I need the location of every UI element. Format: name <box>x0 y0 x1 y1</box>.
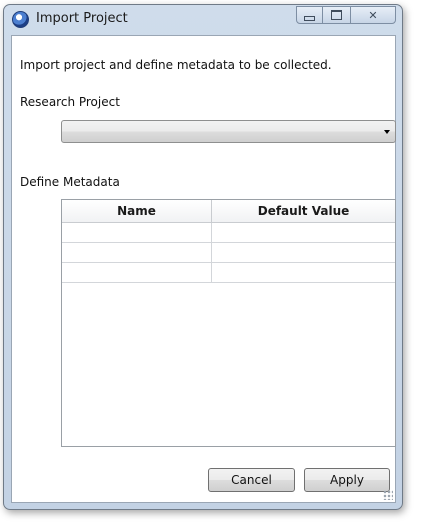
dialog-body: Import project and define metadata to be… <box>11 35 396 503</box>
resize-grip-icon[interactable] <box>383 490 393 500</box>
table-row[interactable] <box>62 263 395 283</box>
title-bar[interactable]: Import Project ✕ <box>4 5 402 35</box>
window-title: Import Project <box>36 11 128 26</box>
define-metadata-label: Define Metadata <box>20 175 120 189</box>
name-cell[interactable] <box>62 263 212 282</box>
name-cell[interactable] <box>62 223 212 242</box>
metadata-table[interactable]: Name Default Value <box>61 199 396 447</box>
minimize-button[interactable] <box>296 6 323 24</box>
name-cell[interactable] <box>62 243 212 262</box>
cancel-button[interactable]: Cancel <box>208 468 295 492</box>
default-value-cell[interactable] <box>212 263 395 282</box>
research-project-label: Research Project <box>20 95 120 109</box>
close-icon: ✕ <box>368 8 378 22</box>
table-header: Name Default Value <box>62 200 395 223</box>
maximize-button[interactable] <box>322 6 351 24</box>
table-row[interactable] <box>62 243 395 263</box>
apply-button[interactable]: Apply <box>304 468 390 492</box>
column-header-name[interactable]: Name <box>62 200 212 222</box>
table-row[interactable] <box>62 223 395 243</box>
import-project-dialog: Import Project ✕ Import project and defi… <box>3 4 403 510</box>
research-project-dropdown[interactable] <box>61 120 396 143</box>
description-text: Import project and define metadata to be… <box>20 58 332 72</box>
default-value-cell[interactable] <box>212 243 395 262</box>
app-icon <box>12 11 29 28</box>
minimize-icon <box>304 15 315 21</box>
chevron-down-icon <box>384 130 390 134</box>
caption-buttons: ✕ <box>296 6 396 24</box>
column-header-default-value[interactable]: Default Value <box>212 200 395 222</box>
maximize-icon <box>331 10 342 20</box>
close-button[interactable]: ✕ <box>350 6 396 24</box>
default-value-cell[interactable] <box>212 223 395 242</box>
